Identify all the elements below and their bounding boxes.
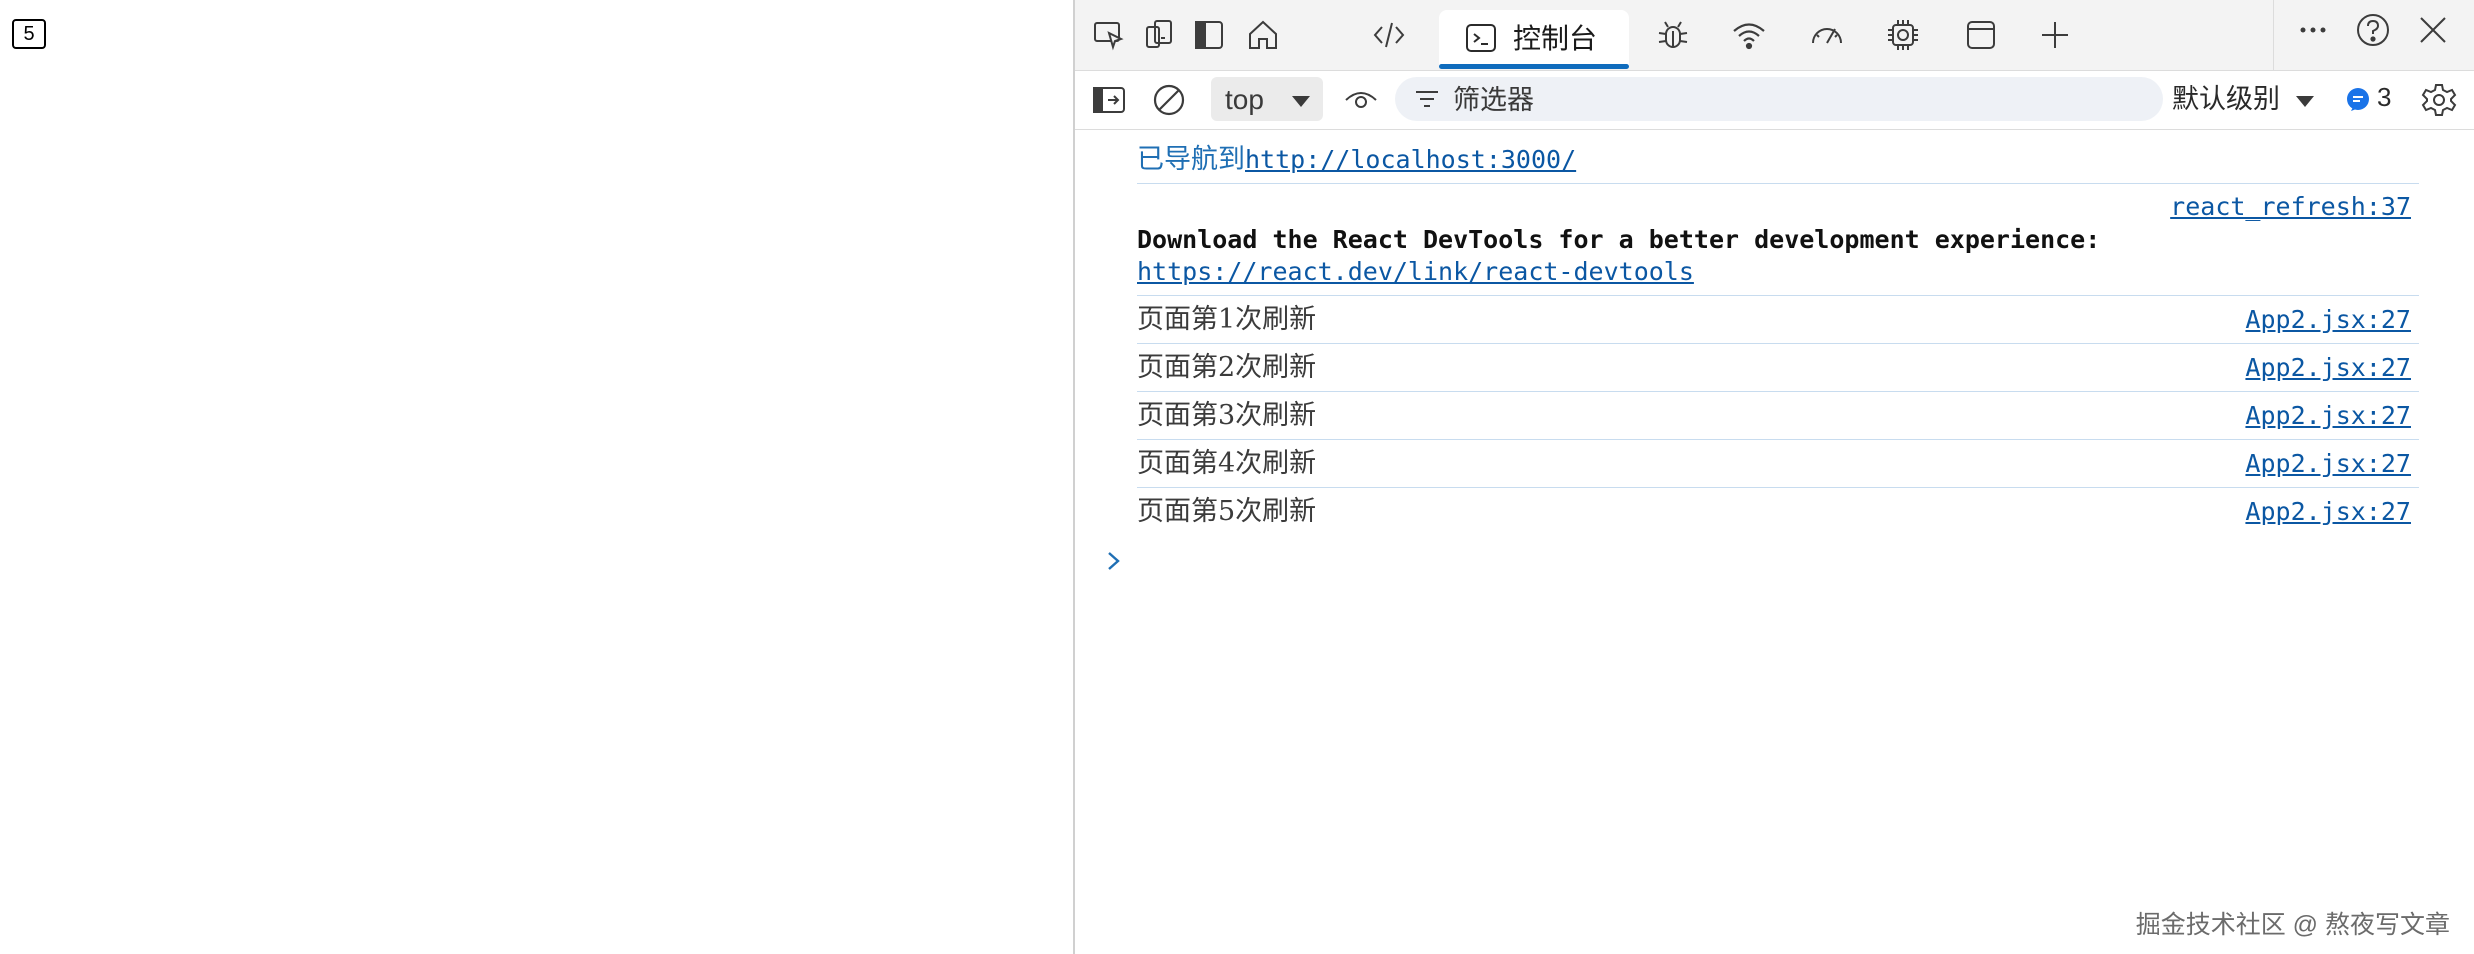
inspect-icon[interactable] (1091, 17, 1127, 53)
home-icon[interactable] (1245, 17, 1281, 53)
more-icon[interactable] (2295, 12, 2331, 48)
memory-icon[interactable] (1885, 17, 1921, 53)
page-viewport: 5 (0, 0, 1073, 954)
tab-console-label: 控制台 (1513, 23, 1598, 54)
bug-icon[interactable] (1655, 17, 1691, 53)
close-icon[interactable] (2415, 12, 2451, 48)
tabbar-divider (2273, 0, 2274, 70)
issues-button[interactable]: 3 (2345, 81, 2405, 117)
log-source-link[interactable]: App2.jsx:27 (2245, 305, 2411, 335)
log-row: 页面第1次刷新 App2.jsx:27 (1137, 296, 2419, 344)
message-text: Download the React DevTools for a better… (1137, 225, 2101, 254)
filter-placeholder: 筛选器 (1453, 85, 1534, 115)
device-emulation-icon[interactable] (1141, 17, 1177, 53)
active-tab-indicator (1439, 64, 1629, 69)
devtools-panel: 控制台 top 筛选器 默认级别 3 已导航到http://localhost:… (1073, 0, 2474, 954)
help-icon[interactable] (2355, 12, 2391, 48)
live-expression-icon[interactable] (1343, 82, 1379, 118)
add-tab-icon[interactable] (2037, 17, 2073, 53)
navigation-label: 已导航到 (1137, 144, 1245, 175)
log-source-link[interactable]: App2.jsx:27 (2245, 497, 2411, 527)
issues-icon (2345, 87, 2371, 113)
settings-icon[interactable] (2421, 82, 2457, 118)
refresh-counter: 5 (12, 19, 46, 49)
log-row: 页面第5次刷新 App2.jsx:27 (1137, 488, 2419, 536)
log-row: 页面第4次刷新 App2.jsx:27 (1137, 440, 2419, 488)
console-prompt-chevron-icon[interactable] (1101, 546, 1127, 576)
filter-icon (1413, 85, 1441, 113)
application-icon[interactable] (1963, 17, 1999, 53)
log-text: 页面第4次刷新 (1137, 448, 1317, 479)
log-text: 页面第2次刷新 (1137, 352, 1317, 383)
log-text: 页面第1次刷新 (1137, 304, 1317, 335)
log-text: 页面第5次刷新 (1137, 496, 1317, 527)
log-row: 页面第3次刷新 App2.jsx:27 (1137, 392, 2419, 440)
sidebar-toggle-icon[interactable] (1091, 82, 1127, 118)
console-toolbar: top 筛选器 默认级别 3 (1075, 71, 2474, 130)
log-source-link[interactable]: App2.jsx:27 (2245, 353, 2411, 383)
console-icon (1463, 20, 1499, 56)
navigation-url-link[interactable]: http://localhost:3000/ (1245, 145, 1576, 174)
watermark: 掘金技术社区 @ 熬夜写文章 (2135, 911, 2450, 939)
navigation-message: 已导航到http://localhost:3000/ (1137, 138, 2419, 184)
caret-down-icon (1289, 89, 1313, 113)
filter-input[interactable]: 筛选器 (1395, 77, 2163, 121)
devtools-tabbar: 控制台 (1075, 0, 2474, 71)
dock-icon[interactable] (1191, 17, 1227, 53)
react-devtools-link[interactable]: https://react.dev/link/react-devtools (1137, 256, 1694, 288)
console-output: 已导航到http://localhost:3000/ react_refresh… (1075, 130, 2474, 954)
sources-icon[interactable] (1371, 17, 1407, 53)
message-source-link[interactable]: react_refresh:37 (2170, 192, 2411, 222)
clear-console-icon[interactable] (1151, 82, 1187, 118)
log-source-link[interactable]: App2.jsx:27 (2245, 401, 2411, 431)
network-icon[interactable] (1731, 17, 1767, 53)
log-text: 页面第3次刷新 (1137, 400, 1317, 431)
log-row: 页面第2次刷新 App2.jsx:27 (1137, 344, 2419, 392)
log-levels-dropdown[interactable]: 默认级别 (2172, 84, 2280, 114)
react-devtools-message: react_refresh:37 Download the React DevT… (1137, 184, 2419, 296)
tab-console[interactable]: 控制台 (1439, 10, 1629, 69)
caret-down-icon[interactable] (2293, 89, 2317, 113)
issues-count: 3 (2377, 82, 2392, 112)
performance-icon[interactable] (1809, 17, 1845, 53)
context-selector-value: top (1225, 84, 1264, 115)
log-source-link[interactable]: App2.jsx:27 (2245, 449, 2411, 479)
context-selector[interactable]: top (1211, 77, 1323, 121)
